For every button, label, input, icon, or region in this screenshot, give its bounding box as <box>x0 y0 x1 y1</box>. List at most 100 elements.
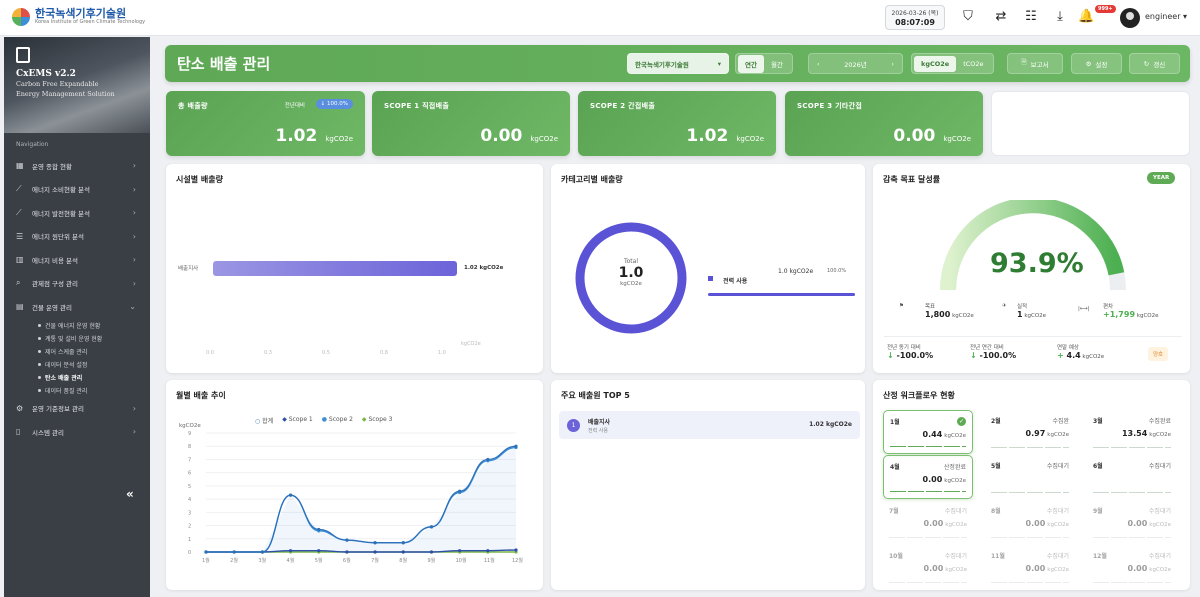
sidebar-subitem[interactable]: 데이터 분석 설정 <box>4 358 150 371</box>
next-year-button[interactable]: › <box>891 60 894 68</box>
workflow-month-cell[interactable]: 2월 수집완 0.97 kgCO2e <box>985 410 1075 454</box>
goal-diff: 편차 +1,799 kgCO2e <box>1103 302 1159 319</box>
data-point[interactable] <box>458 549 462 553</box>
facility-bar[interactable] <box>213 261 457 276</box>
data-point[interactable] <box>401 541 405 545</box>
workflow-month-cell[interactable]: 8월 수집대기 0.00 kgCO2e <box>985 500 1075 544</box>
year-value: 2026년 <box>844 60 867 69</box>
workflow-month-cell[interactable]: 4월 산정완료 0.00 kgCO2e <box>883 455 973 499</box>
workflow-unit: kgCO2e <box>1047 567 1069 573</box>
workflow-value: 0.00 <box>922 475 943 484</box>
x-tick-label: 5월 <box>315 557 323 564</box>
collapse-sidebar-button[interactable]: « <box>126 487 134 501</box>
tab-monthly[interactable]: 월간 <box>764 55 790 73</box>
workflow-unit: kgCO2e <box>944 478 966 484</box>
data-point[interactable] <box>373 550 377 554</box>
workflow-month-cell[interactable]: 3월 수집완료 13.54 kgCO2e <box>1087 410 1177 454</box>
tab-yearly[interactable]: 연간 <box>738 54 764 73</box>
sidebar-item[interactable]: ▤ 건물 운영 관리 ⌄ <box>4 295 150 319</box>
category-legend-row[interactable]: 전력 사용 1.0 kgCO2e 100.0% <box>708 268 855 296</box>
sidebar-subitem[interactable]: 탄소 배출 관리 <box>4 371 150 384</box>
list-icon[interactable]: ☷ <box>1023 9 1039 25</box>
top5-row[interactable]: 1 배출지사 전력 사용 1.02 kgCO2e <box>559 411 860 439</box>
settings-button[interactable]: ⚙ 설정 <box>1071 53 1122 74</box>
year-badge[interactable]: YEAR <box>1147 172 1176 184</box>
report-button[interactable]: 🗎 보고서 <box>1007 53 1063 74</box>
sidebar-item[interactable]: ⟋ 에너지 발전현황 분석 › <box>4 201 150 225</box>
bullet-icon <box>38 388 41 392</box>
data-point[interactable] <box>429 525 434 529</box>
workflow-month-cell[interactable]: 10월 수집대기 0.00 kgCO2e <box>883 545 973 589</box>
unit-kgco2e[interactable]: kgCO2e <box>914 55 957 72</box>
refresh-button[interactable]: ↻ 갱신 <box>1129 53 1180 74</box>
org-select[interactable]: 한국녹색기후기술원 ▾ <box>627 53 729 74</box>
chevron-right-icon: › <box>132 231 136 241</box>
org-logo[interactable]: 한국녹색기후기술원 Korea Institute of Green Clima… <box>12 8 145 26</box>
search-icon: ⌕ <box>16 278 21 288</box>
data-point[interactable] <box>401 550 405 554</box>
sidebar-item[interactable]: ▥ 에너지 비용 분석 › <box>4 248 150 272</box>
download-icon[interactable]: ⤓ <box>1052 9 1068 25</box>
monthly-line-chart[interactable]: 0 1 2 3 4 5 6 7 8 9 1월 2월 3월 4월 5월 6월 7월 8월 9월 10월 11월 12월 <box>166 380 543 590</box>
workflow-progress <box>1093 581 1171 583</box>
workflow-value: 0.00 <box>1025 564 1046 573</box>
swap-icon[interactable]: ⇄ <box>993 9 1009 25</box>
data-point[interactable] <box>486 457 490 462</box>
data-point[interactable] <box>317 549 321 553</box>
kpi-label: SCOPE 3 기타간접 <box>797 102 863 110</box>
prev-year-button[interactable]: ‹ <box>817 60 820 68</box>
data-point[interactable] <box>345 550 349 554</box>
workflow-month: 6월 <box>1093 463 1103 470</box>
sidebar-subitem[interactable]: 제어 스케줄 관리 <box>4 345 150 358</box>
unit-tco2e[interactable]: tCO2e <box>956 56 990 72</box>
sidebar-item[interactable]: ☰ 에너지 원단위 분석 › <box>4 225 150 249</box>
page-header: 탄소 배출 관리 한국녹색기후기술원 ▾ 연간 월간 ‹ 2026년 › kgCO… <box>165 45 1190 82</box>
clock-date: 2026-03-26 (목) <box>891 10 939 17</box>
data-point[interactable] <box>232 550 236 554</box>
sidebar-item[interactable]: ⌕ 관제점 구성 관리 › <box>4 272 150 296</box>
data-point[interactable] <box>373 541 377 545</box>
sidebar-item-label: 에너지 발전현황 분석 <box>32 209 90 218</box>
sidebar-subitem[interactable]: 건물 에너지 운영 현황 <box>4 319 150 332</box>
avatar[interactable] <box>1120 8 1140 28</box>
yoy-value: ↓ -100.0% <box>887 351 934 360</box>
workflow-month-cell[interactable]: 7월 수집대기 0.00 kgCO2e <box>883 500 973 544</box>
workflow-unit: kgCO2e <box>1149 522 1171 528</box>
workflow-month-cell[interactable]: 6월 수집대기 <box>1087 455 1177 499</box>
data-point[interactable] <box>514 444 518 448</box>
data-point[interactable] <box>288 549 293 553</box>
sidebar-item[interactable]: ▯ 시스템 관리 › <box>4 420 150 444</box>
y-tick-label: 7 <box>188 457 191 463</box>
workflow-month-cell[interactable]: 12월 수집대기 0.00 kgCO2e <box>1087 545 1177 589</box>
user-menu[interactable]: engineer ▾ <box>1145 12 1187 21</box>
workflow-month-cell[interactable]: 11월 수집대기 0.00 kgCO2e <box>985 545 1075 589</box>
workflow-month-cell[interactable]: 9월 수집대기 0.00 kgCO2e <box>1087 500 1177 544</box>
facility-tick: 0.0 <box>206 350 214 356</box>
card-title: 주요 배출원 TOP 5 <box>561 391 630 400</box>
sidebar-item[interactable]: ▦ 운영 종합 현황 › <box>4 154 150 178</box>
data-point[interactable] <box>260 550 264 554</box>
workflow-month-cell[interactable]: 5월 수집대기 <box>985 455 1075 499</box>
sidebar-subitem[interactable]: 데이터 품질 관리 <box>4 384 150 397</box>
bullet-icon <box>38 323 41 327</box>
workflow-month-cell[interactable]: 1월 ✓ 0.44 kgCO2e <box>883 410 973 454</box>
data-point[interactable] <box>204 550 208 554</box>
data-point[interactable] <box>429 550 434 554</box>
data-point[interactable] <box>486 549 490 553</box>
bell-icon[interactable]: 🔔 <box>1078 9 1094 25</box>
facility-tick: 0.8 <box>380 350 388 356</box>
data-point[interactable] <box>514 548 518 552</box>
refresh-icon: ↻ <box>1143 59 1150 68</box>
workflow-status: 수집완 <box>1052 418 1069 425</box>
data-point[interactable] <box>288 493 293 497</box>
sidebar-item[interactable]: ⚙ 운영 기준정보 관리 › <box>4 397 150 421</box>
data-point[interactable] <box>345 538 349 542</box>
workflow-month: 2월 <box>991 418 1001 425</box>
sidebar-subitem[interactable]: 계통 및 설비 운영 현황 <box>4 332 150 345</box>
shield-icon[interactable]: ⛉ <box>960 9 976 25</box>
data-point[interactable] <box>317 527 321 532</box>
sidebar-item[interactable]: ⟋ 에너지 소비현황 분석 › <box>4 178 150 202</box>
x-tick-label: 10월 <box>456 557 467 564</box>
data-point[interactable] <box>458 489 462 493</box>
sidebar-item-label: 에너지 비용 분석 <box>32 256 78 265</box>
